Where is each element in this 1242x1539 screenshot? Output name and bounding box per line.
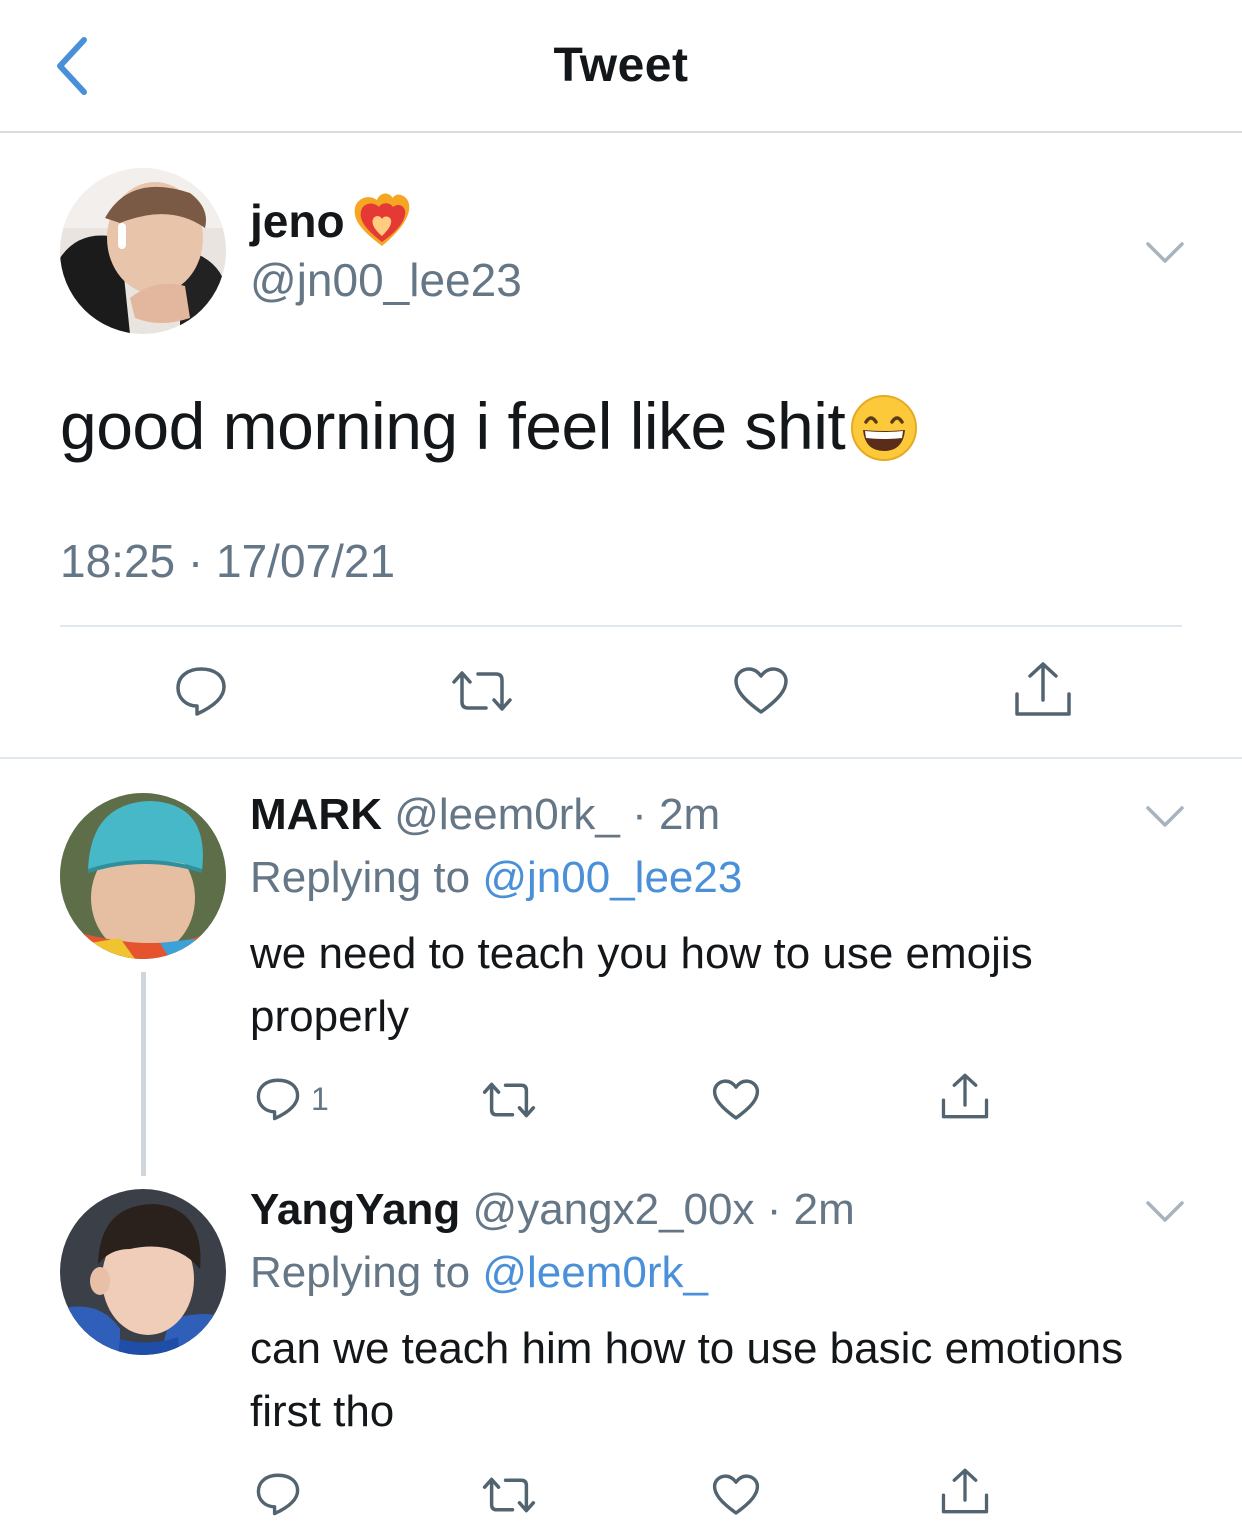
- reply-author-handle[interactable]: @yangx2_00x: [473, 1185, 755, 1234]
- reply-time: · 2m: [632, 790, 721, 839]
- share-icon: [941, 1468, 989, 1514]
- reply-button[interactable]: [255, 1471, 301, 1517]
- reply-author-handle[interactable]: @leem0rk_: [394, 790, 620, 839]
- reply-icon: [176, 667, 226, 716]
- tweet-text: good morning i feel like shit: [60, 388, 919, 464]
- retweet-icon: [452, 671, 512, 711]
- replying-to-link[interactable]: @leem0rk_: [482, 1248, 708, 1297]
- author-handle[interactable]: @jn00_lee23: [250, 253, 522, 307]
- reply-author-name[interactable]: MARK: [250, 790, 382, 839]
- share-button[interactable]: [940, 1072, 990, 1120]
- retweet-button[interactable]: [481, 1475, 537, 1515]
- grinning-face-icon: [851, 395, 918, 461]
- reply-button[interactable]: 1: [255, 1076, 329, 1122]
- reply-text: we need to teach you how to use emojis p…: [250, 929, 1033, 1041]
- retweet-button[interactable]: [450, 668, 514, 714]
- retweet-button[interactable]: [481, 1080, 537, 1120]
- retweet-icon: [482, 1477, 536, 1513]
- chevron-down-icon[interactable]: [1145, 1199, 1185, 1225]
- divider: [60, 625, 1182, 627]
- reply-time: · 2m: [766, 1185, 855, 1234]
- tweet-timestamp: 18:25 · 17/07/21: [60, 535, 396, 587]
- chevron-down-icon[interactable]: [1145, 240, 1185, 266]
- nav-bar: Tweet: [0, 0, 1242, 133]
- page-title: Tweet: [553, 39, 689, 92]
- reply-author-name[interactable]: YangYang: [250, 1185, 460, 1234]
- like-button[interactable]: [712, 1078, 760, 1122]
- like-button[interactable]: [712, 1473, 760, 1517]
- avatar[interactable]: [60, 1189, 226, 1355]
- thread-line: [141, 972, 146, 1176]
- heart-icon: [712, 1079, 760, 1120]
- reply-button[interactable]: [174, 664, 228, 718]
- chevron-down-icon[interactable]: [1145, 804, 1185, 830]
- reply-text: can we teach him how to use basic emotio…: [250, 1324, 1124, 1436]
- reply-count: 1: [311, 1080, 329, 1117]
- share-button[interactable]: [1013, 660, 1073, 718]
- divider: [0, 757, 1242, 759]
- like-button[interactable]: [733, 666, 789, 716]
- reply-header: MARK @leem0rk_ · 2m: [250, 790, 720, 840]
- reply-icon: [256, 1473, 300, 1516]
- share-icon: [1015, 662, 1071, 716]
- retweet-icon: [482, 1082, 536, 1118]
- heart-icon: [734, 667, 788, 714]
- avatar[interactable]: [60, 793, 226, 959]
- share-button[interactable]: [940, 1467, 990, 1515]
- replying-to: Replying to @leem0rk_: [250, 1248, 708, 1297]
- reply-icon: [256, 1078, 300, 1121]
- replying-to: Replying to @jn00_lee23: [250, 853, 743, 902]
- replying-to-link[interactable]: @jn00_lee23: [482, 853, 742, 902]
- author-name[interactable]: jeno: [250, 192, 413, 250]
- avatar[interactable]: [60, 168, 226, 334]
- heart-icon: [712, 1474, 760, 1515]
- heart-on-fire-icon: [354, 193, 409, 246]
- share-icon: [941, 1073, 989, 1119]
- reply-header: YangYang @yangx2_00x · 2m: [250, 1185, 855, 1235]
